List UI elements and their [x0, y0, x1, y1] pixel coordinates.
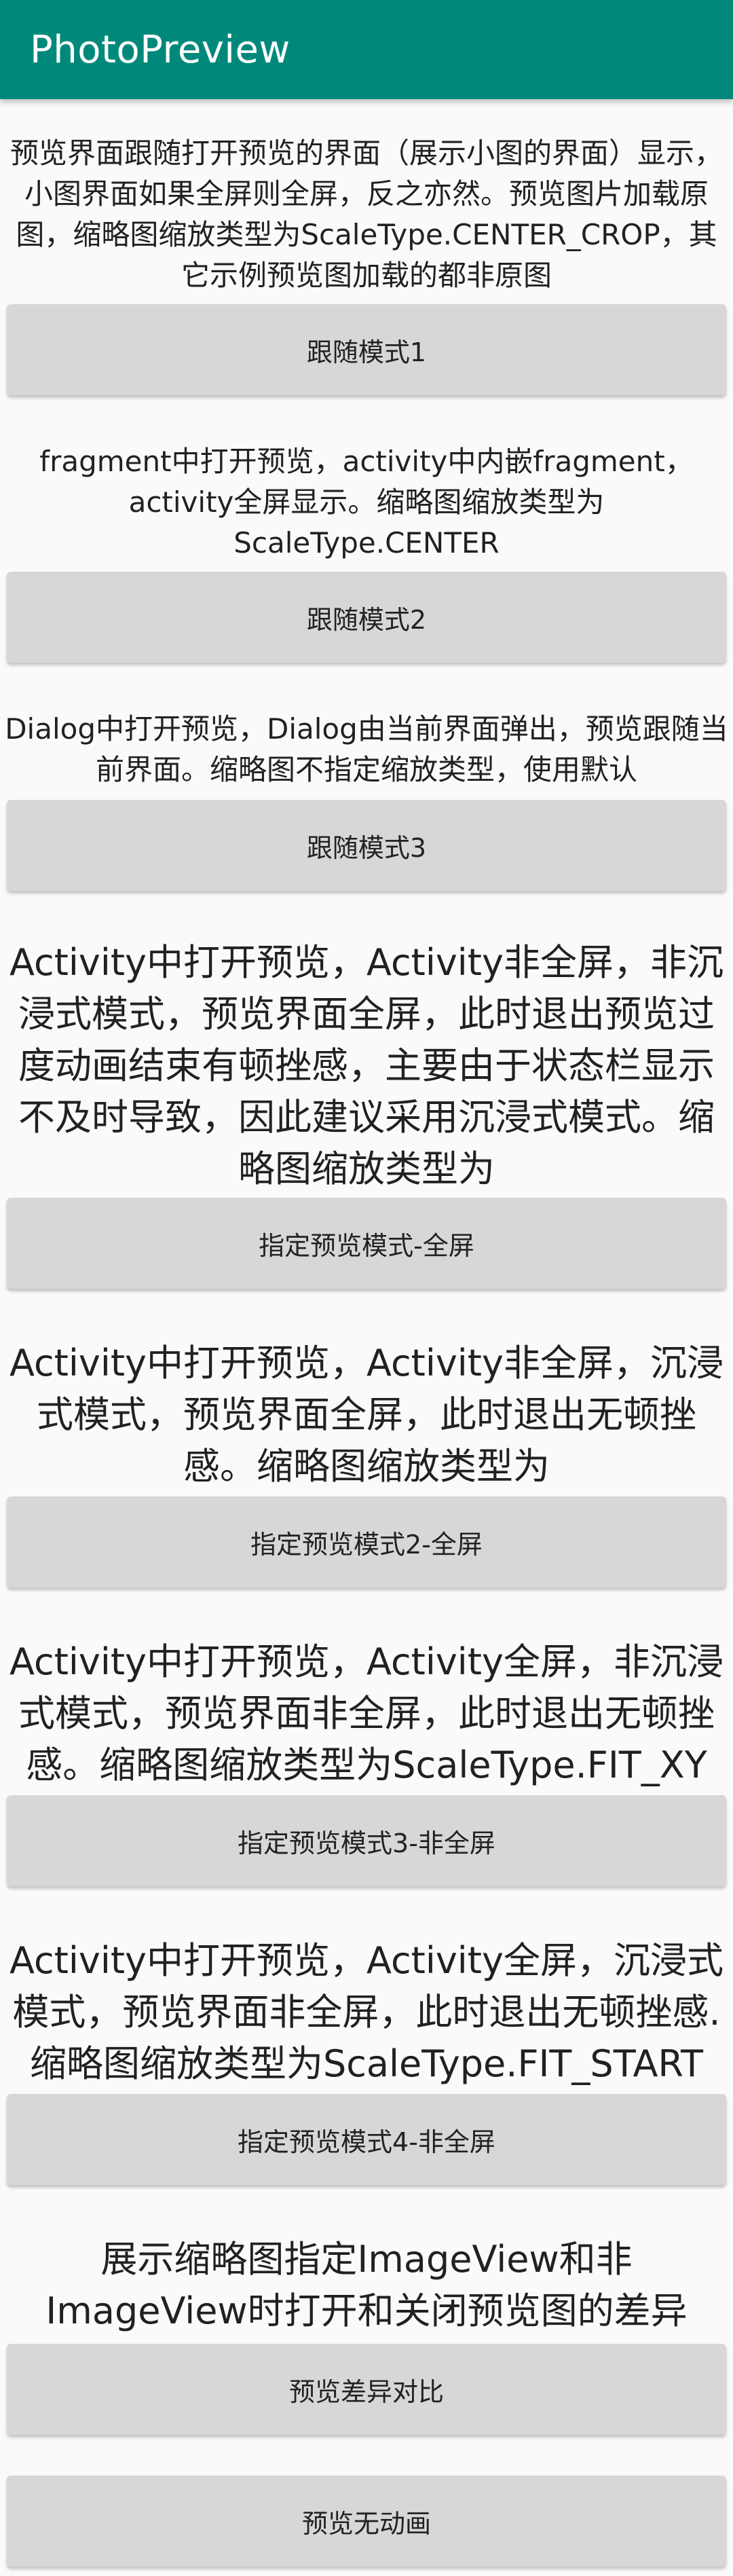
description-specified-mode-3-not-fullscreen: Activity中打开预览，Activity全屏，非沉浸式模式，预览界面非全屏，…: [10, 1640, 723, 1786]
specified-mode-3-not-fullscreen-button[interactable]: 指定预览模式3-非全屏: [7, 1795, 726, 1886]
specified-mode-2-fullscreen-button[interactable]: 指定预览模式2-全屏: [7, 1496, 726, 1587]
description-follow-mode-2: fragment中打开预览，activity中内嵌fragment，activi…: [39, 445, 694, 559]
preview-difference-button[interactable]: 预览差异对比: [7, 2344, 726, 2435]
app-bar: PhotoPreview: [0, 0, 733, 99]
app-title: PhotoPreview: [30, 27, 290, 72]
description-follow-mode-3: Dialog中打开预览，Dialog由当前界面弹出，预览跟随当前界面。缩略图不指…: [5, 712, 728, 786]
follow-mode-3-button[interactable]: 跟随模式3: [7, 800, 726, 891]
specified-mode-4-not-fullscreen-button[interactable]: 指定预览模式4-非全屏: [7, 2094, 726, 2185]
description-follow-mode-1: 预览界面跟随打开预览的界面（展示小图的界面）显示，小图界面如果全屏则全屏，反之亦…: [10, 136, 723, 292]
description-specified-mode-4-not-fullscreen: Activity中打开预览，Activity全屏，沉浸式模式，预览界面非全屏，此…: [10, 1939, 723, 2085]
description-preview-difference: 展示缩略图指定ImageView和非ImageView时打开和关闭预览图的差异: [45, 2238, 688, 2332]
follow-mode-2-button[interactable]: 跟随模式2: [7, 572, 726, 663]
follow-mode-1-button[interactable]: 跟随模式1: [7, 304, 726, 395]
specified-mode-fullscreen-button[interactable]: 指定预览模式-全屏: [7, 1198, 726, 1289]
preview-no-animation-button[interactable]: 预览无动画: [7, 2476, 726, 2566]
